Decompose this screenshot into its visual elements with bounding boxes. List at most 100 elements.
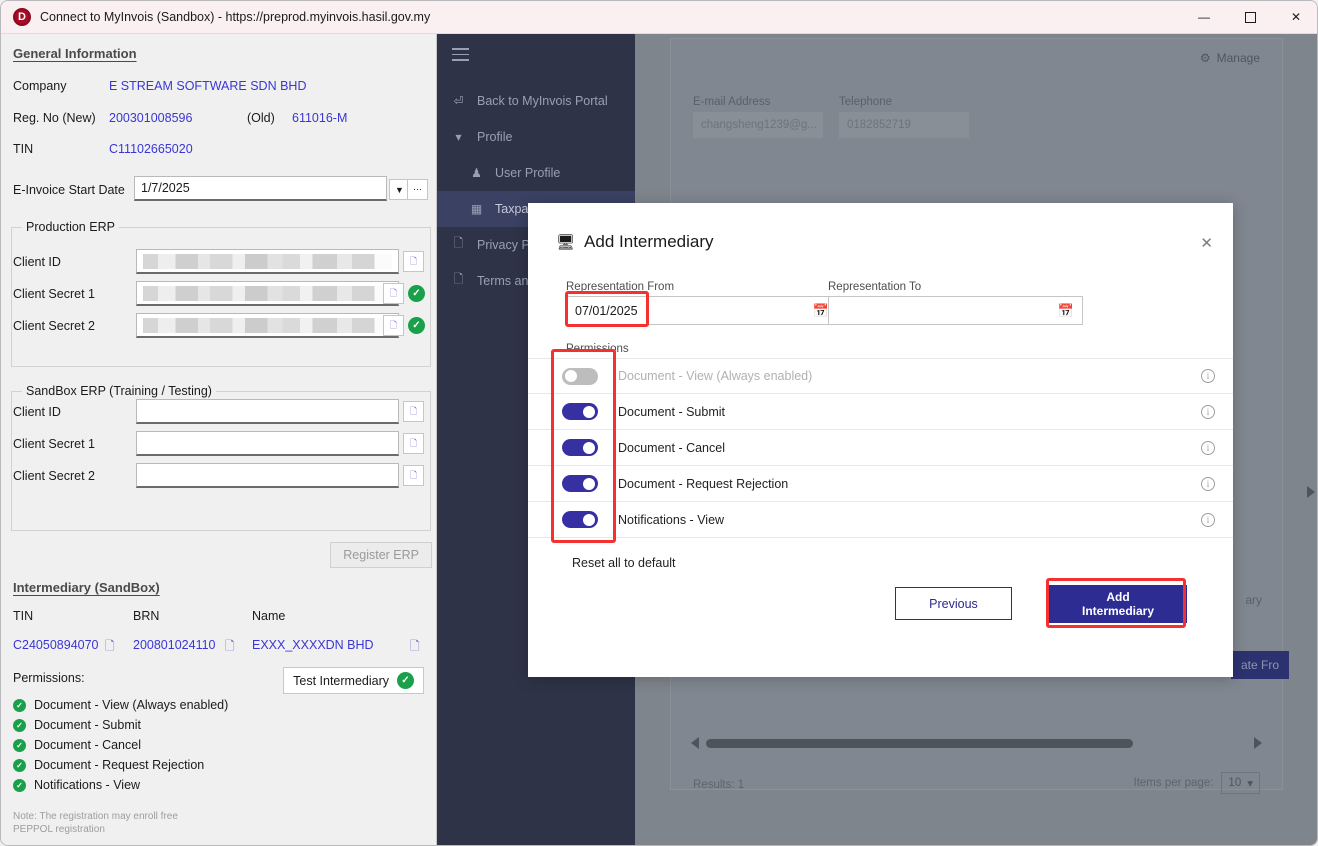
permissions-group-label: Permissions (566, 343, 629, 355)
sandbox-erp-label: SandBox ERP (Training / Testing) (22, 384, 216, 398)
permission-label: Document - View (Always enabled) (34, 698, 228, 712)
sandbox-client-id-label: Client ID (13, 405, 61, 419)
document-icon: 🗋 (451, 273, 466, 288)
email-field[interactable]: changsheng1239@g... (693, 112, 823, 138)
copy-icon[interactable]: 🗋 (403, 465, 424, 486)
horizontal-scrollbar[interactable] (691, 737, 1262, 749)
previous-button[interactable]: Previous (895, 587, 1012, 620)
add-intermediary-label-line1: Add (1106, 590, 1129, 604)
scroll-thumb[interactable] (706, 739, 1133, 748)
info-icon[interactable]: i (1201, 513, 1215, 527)
toggle-knob (583, 478, 595, 490)
sandbox-client-id-input[interactable] (136, 399, 399, 424)
reset-all-to-default-link[interactable]: Reset all to default (572, 556, 676, 570)
items-per-page-label: Items per page: (1134, 777, 1214, 789)
prod-client-id-label: Client ID (13, 255, 61, 269)
copy-icon[interactable]: 🗋 (403, 401, 424, 422)
toggle-notifications-view[interactable] (562, 511, 598, 528)
info-icon[interactable]: i (1201, 477, 1215, 491)
copy-icon[interactable]: 🗋 (410, 637, 420, 658)
copy-icon[interactable]: 🗋 (403, 251, 424, 272)
title-bar: D Connect to MyInvois (Sandbox) - https:… (1, 1, 1318, 34)
sandbox-client-secret1-input[interactable] (136, 431, 399, 456)
einvoice-start-date-input[interactable]: 1/7/2025 (134, 176, 387, 201)
sandbox-client-secret2-input[interactable] (136, 463, 399, 488)
sidebar-item-label: Profile (477, 130, 512, 144)
col-header-brn: BRN (133, 609, 159, 623)
person-icon: ♟ (469, 165, 484, 180)
copy-icon[interactable]: 🗋 (383, 315, 404, 336)
copy-icon[interactable]: 🗋 (225, 637, 235, 658)
representation-from-input[interactable]: 07/01/2025 📅 (566, 296, 838, 325)
masked-value (143, 318, 392, 333)
test-intermediary-button[interactable]: Test Intermediary ✓ (283, 667, 424, 694)
permission-row: Document - Submit i (528, 394, 1233, 430)
building-icon: ▦ (469, 201, 484, 216)
calendar-icon[interactable]: 📅 (813, 303, 829, 319)
sidebar-item-user-profile[interactable]: ♟ User Profile (437, 155, 635, 191)
dialog-title-text: Add Intermediary (584, 232, 713, 252)
permissions-list: ✓ Document - View (Always enabled) ✓ Doc… (13, 692, 228, 792)
prod-client-secret2-label: Client Secret 2 (13, 319, 95, 333)
scroll-track[interactable] (706, 739, 1247, 748)
manage-label: Manage (1217, 51, 1260, 65)
generate-from-button[interactable]: ate Fro (1231, 651, 1289, 679)
prod-client-secret1-input[interactable] (136, 281, 399, 306)
toggle-document-request-rejection[interactable] (562, 475, 598, 492)
window-controls: — ✕ (1181, 1, 1318, 33)
intermediary-tin-value[interactable]: C24050894070 (13, 638, 99, 652)
hamburger-menu-icon[interactable] (437, 34, 635, 73)
date-more-options-icon[interactable]: ⋯ (407, 179, 428, 200)
test-success-check-icon: ✓ (397, 672, 414, 689)
maximize-icon[interactable] (1227, 1, 1273, 33)
regno-new-value: 200301008596 (109, 111, 192, 125)
permission-row: Document - Request Rejection i (528, 466, 1233, 502)
copy-icon[interactable]: 🗋 (105, 637, 115, 658)
representation-to-input[interactable]: 📅 (828, 296, 1083, 325)
toggle-document-submit[interactable] (562, 403, 598, 420)
info-icon[interactable]: i (1201, 441, 1215, 455)
verified-check-icon: ✓ (408, 317, 425, 334)
prod-client-secret2-input[interactable] (136, 313, 399, 338)
permission-label: Document - Cancel (34, 738, 141, 752)
sidebar-item-profile[interactable]: ▾ Profile (437, 119, 635, 155)
add-intermediary-button[interactable]: Add Intermediary (1049, 585, 1187, 623)
intermediary-brn-value[interactable]: 200801024110 (133, 638, 216, 652)
copy-icon[interactable]: 🗋 (403, 433, 424, 454)
check-icon: ✓ (13, 699, 26, 712)
close-icon[interactable]: ✕ (1200, 234, 1213, 252)
scroll-left-icon[interactable] (691, 737, 699, 749)
close-icon[interactable]: ✕ (1273, 1, 1318, 33)
permission-item: ✓ Document - View (Always enabled) (13, 698, 228, 712)
copy-icon[interactable]: 🗋 (383, 283, 404, 304)
masked-value (143, 286, 392, 301)
permission-row: Notifications - View i (528, 502, 1233, 538)
permission-item: ✓ Document - Submit (13, 718, 228, 732)
panel-expand-right-icon[interactable] (1307, 486, 1315, 498)
regno-old-label: (Old) (247, 111, 275, 125)
minimize-icon[interactable]: — (1181, 1, 1227, 33)
intermediary-name-value[interactable]: EXXX_XXXXDN BHD (252, 638, 374, 652)
representation-to-label: Representation To (828, 281, 921, 293)
info-icon[interactable]: i (1201, 405, 1215, 419)
check-icon: ✓ (13, 759, 26, 772)
toggle-knob (583, 442, 595, 454)
scroll-right-icon[interactable] (1254, 737, 1262, 749)
chevron-down-icon: ▾ (451, 129, 466, 144)
tin-value: C11102665020 (109, 142, 193, 156)
manage-button[interactable]: ⚙ Manage (1200, 51, 1260, 65)
prod-client-id-input[interactable] (136, 249, 399, 274)
toggle-document-cancel[interactable] (562, 439, 598, 456)
calendar-icon[interactable]: 📅 (1058, 303, 1074, 319)
sandbox-client-secret1-label: Client Secret 1 (13, 437, 95, 451)
col-header-name: Name (252, 609, 285, 623)
chevron-down-icon: ▾ (1247, 776, 1253, 790)
production-erp-label: Production ERP (22, 220, 119, 234)
sidebar-item-back-to-portal[interactable]: ⏎ Back to MyInvois Portal (437, 83, 635, 119)
telephone-field[interactable]: 0182852719 (839, 112, 969, 138)
info-icon[interactable]: i (1201, 369, 1215, 383)
document-icon: 🗋 (451, 237, 466, 252)
register-erp-button[interactable]: Register ERP (330, 542, 432, 568)
permission-label: Document - Submit (618, 405, 1201, 419)
items-per-page-select[interactable]: 10 ▾ (1221, 772, 1260, 794)
